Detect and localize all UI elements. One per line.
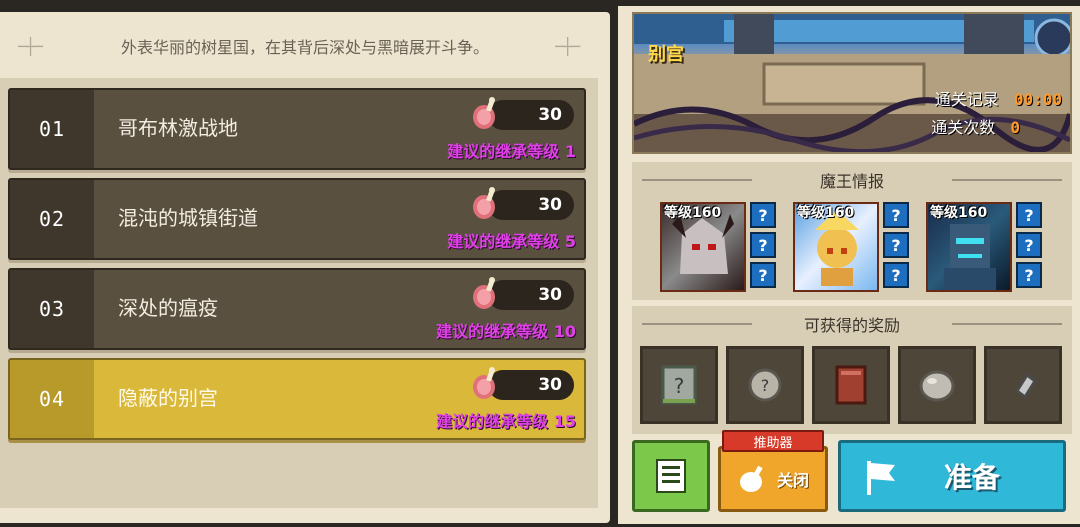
boss-card-3[interactable]: 等级160 ? ? ? (926, 202, 1044, 294)
roast-meat-icon (739, 465, 763, 492)
stage-name: 深处的瘟疫 (118, 296, 218, 320)
hidden-info-icon: ? (1016, 232, 1042, 258)
reward-slot-4[interactable] (898, 346, 976, 424)
hidden-info-icon: ? (883, 202, 909, 228)
stage-select-panel: ─┼─ 外表华丽的树星国，在其背后深处与黑暗展开斗争。 ─┼─ 01 哥布林激战… (0, 12, 610, 523)
stage-cost-value: 30 (538, 375, 562, 395)
metal-shard-icon (1014, 372, 1038, 400)
svg-text:?: ? (674, 374, 685, 398)
stage-number: 01 (10, 90, 94, 168)
boss-level: 等级160 (930, 205, 988, 221)
reward-slot-3[interactable] (812, 346, 890, 424)
booster-state: 关闭 (776, 471, 809, 490)
boss-card-1[interactable]: 等级160 ? ? ? (660, 202, 778, 294)
meat-icon (473, 367, 495, 399)
reward-slot-1[interactable]: ? (640, 346, 718, 424)
hidden-info-icon: ? (750, 232, 776, 258)
list-icon (656, 459, 686, 493)
clear-record-label: 通关记录 (934, 90, 999, 109)
boss-level: 等级160 (797, 205, 855, 221)
hidden-info-icon: ? (1016, 202, 1042, 228)
stage-item-04[interactable]: 04 隐蔽的别宫 30 建议的继承等级 15 (8, 358, 586, 440)
flag-icon (867, 461, 895, 495)
clear-record-row: 通关记录 00:00 (935, 86, 1062, 110)
stage-item-03[interactable]: 03 深处的瘟疫 30 建议的继承等级 10 (8, 268, 586, 350)
red-book-icon (835, 365, 867, 405)
stage-preview: 别宫 通关记录 00:00 通关次数 0 (632, 12, 1072, 154)
stage-cost: 30 (473, 277, 574, 310)
reward-section: 可获得的奖励 ? ? (632, 306, 1072, 434)
mystery-scroll-icon: ? (661, 365, 697, 405)
stage-number: 03 (10, 270, 94, 348)
stage-cost-value: 30 (538, 105, 562, 125)
chapter-header: ─┼─ 外表华丽的树星国，在其背后深处与黑暗展开斗争。 ─┼─ (0, 12, 610, 80)
stage-item-01[interactable]: 01 哥布林激战地 30 建议的继承等级 1 (8, 88, 586, 170)
stage-detail-panel: 别宫 通关记录 00:00 通关次数 0 魔王情报 等级160 ? ? ? 等级… (618, 6, 1080, 524)
stage-name: 混沌的城镇街道 (118, 206, 258, 230)
ready-label: 准备 (943, 461, 1000, 494)
stage-cost: 30 (473, 187, 574, 220)
stage-recommended-level: 建议的继承等级 5 (447, 232, 576, 251)
boss-level: 等级160 (664, 205, 722, 221)
hidden-info-icon: ? (750, 202, 776, 228)
booster-button[interactable]: 关闭 (718, 446, 828, 512)
stage-number: 04 (10, 360, 94, 438)
svg-text:?: ? (761, 376, 770, 395)
clear-count-label: 通关次数 (931, 118, 996, 137)
hidden-info-icon: ? (883, 232, 909, 258)
meat-icon (473, 187, 495, 219)
stage-number: 02 (10, 180, 94, 258)
hidden-info-icon: ? (883, 262, 909, 288)
stage-cost-value: 30 (538, 195, 562, 215)
stage-name: 哥布林激战地 (118, 116, 238, 140)
meat-icon (473, 277, 495, 309)
hidden-info-icon: ? (750, 262, 776, 288)
stage-name: 隐蔽的别宫 (118, 386, 218, 410)
meat-icon (473, 97, 495, 129)
stage-item-02[interactable]: 02 混沌的城镇街道 30 建议的继承等级 5 (8, 178, 586, 260)
header-right-ornament: ─┼─ (555, 37, 580, 56)
stage-recommended-level: 建议的继承等级 10 (436, 322, 576, 341)
clear-count-row: 通关次数 0 (931, 114, 1062, 138)
stage-list: 01 哥布林激战地 30 建议的继承等级 1 02 混沌的城镇街道 30 建议的… (0, 78, 598, 508)
reward-slot-2[interactable]: ? (726, 346, 804, 424)
stage-list-button[interactable] (632, 440, 710, 512)
stage-cost: 30 (473, 367, 574, 400)
boss-card-2[interactable]: 等级160 ? ? ? (793, 202, 911, 294)
stage-preview-title: 别宫 (648, 44, 684, 65)
stage-cost: 30 (473, 97, 574, 130)
stone-ore-icon (919, 370, 955, 402)
reward-title: 可获得的奖励 (803, 316, 900, 335)
ready-button[interactable]: 准备 (838, 440, 1066, 512)
clear-record-value: 00:00 (1013, 90, 1062, 109)
stage-cost-value: 30 (538, 285, 562, 305)
boss-info-title: 魔王情报 (819, 172, 884, 191)
clear-count-value: 0 (1010, 118, 1020, 137)
booster-tag: 推助器 (722, 430, 824, 452)
stage-recommended-level: 建议的继承等级 15 (436, 412, 576, 431)
header-left-ornament: ─┼─ (18, 37, 43, 56)
stage-recommended-level: 建议的继承等级 1 (447, 142, 576, 161)
hidden-info-icon: ? (1016, 262, 1042, 288)
mystery-coin-icon: ? (748, 368, 782, 402)
boss-info-section: 魔王情报 等级160 ? ? ? 等级160 ? ? ? 等级160 ? ? ? (632, 162, 1072, 300)
reward-slot-5[interactable] (984, 346, 1062, 424)
chapter-description: 外表华丽的树星国，在其背后深处与黑暗展开斗争。 (120, 38, 489, 57)
